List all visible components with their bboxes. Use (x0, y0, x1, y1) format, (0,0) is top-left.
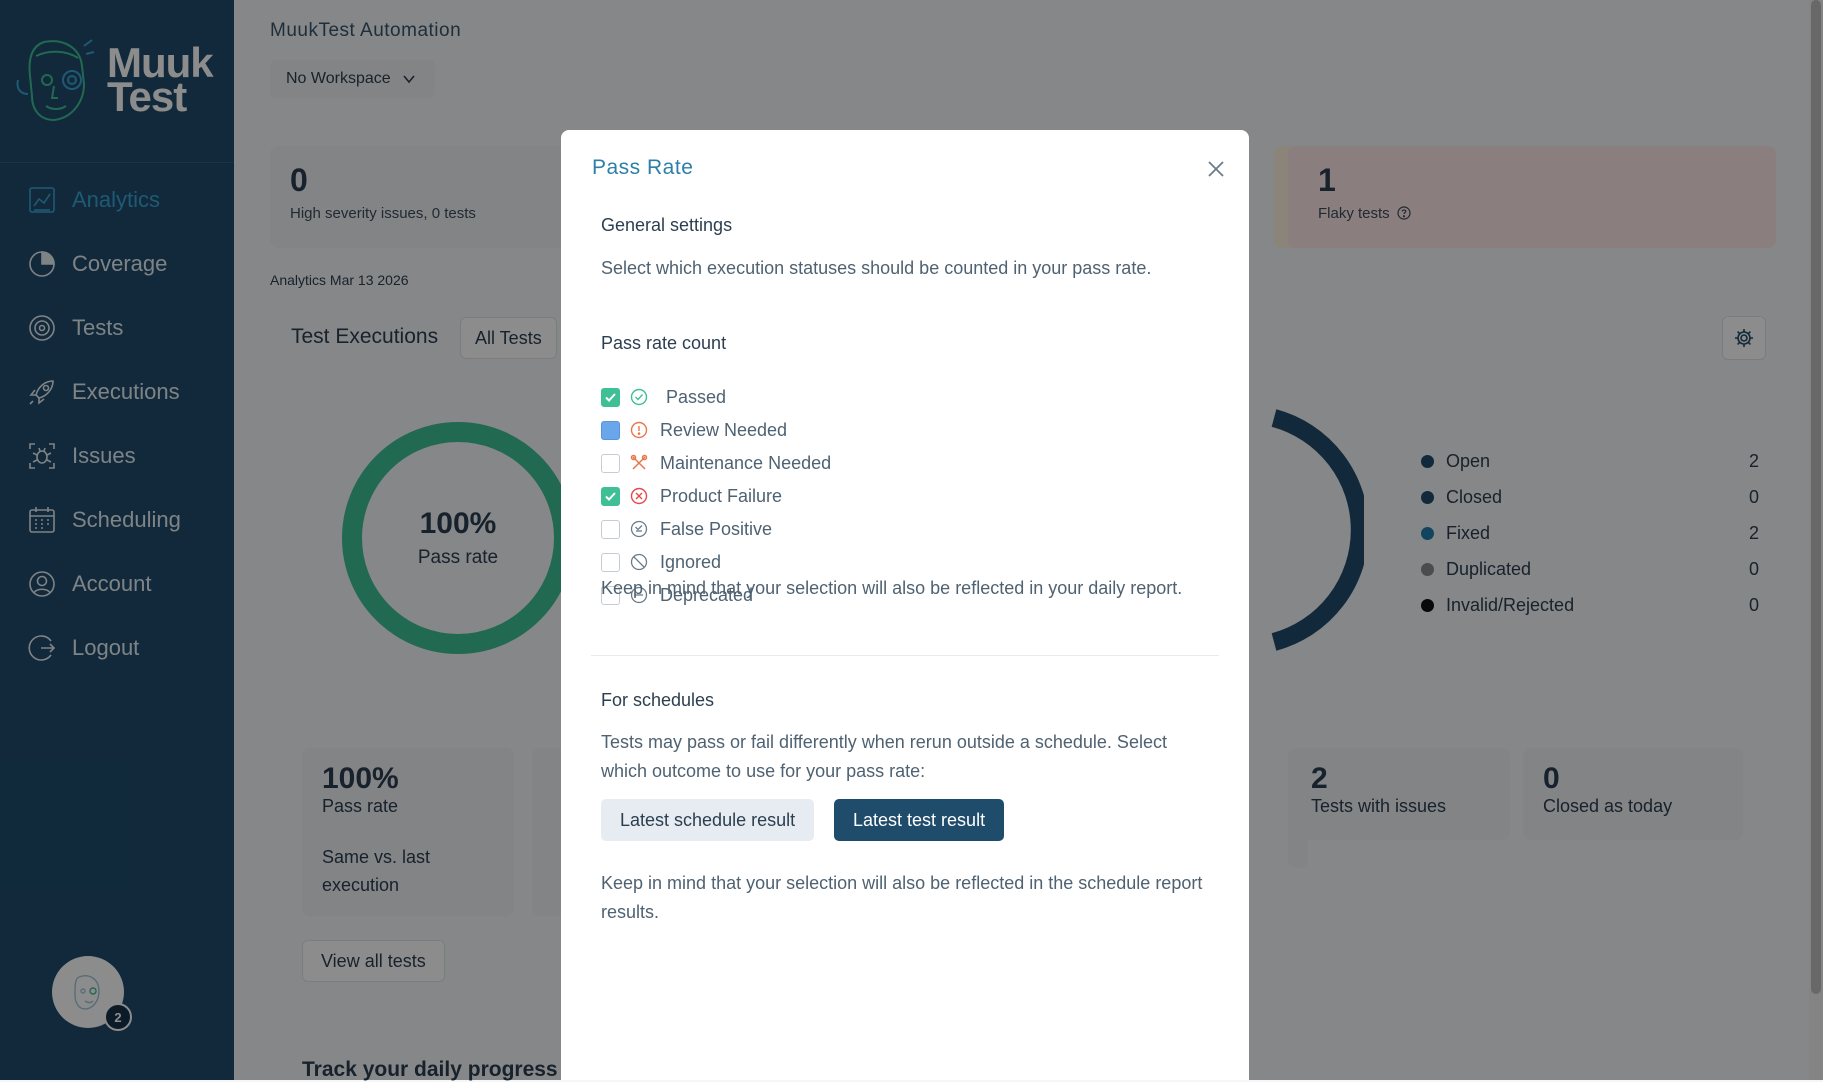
false-positive-icon (630, 520, 648, 538)
latest-test-result-button[interactable]: Latest test result (834, 799, 1005, 841)
ban-icon (630, 553, 648, 571)
general-settings-heading: General settings (601, 215, 733, 235)
for-schedules-heading: For schedules (601, 690, 715, 710)
passed-checkbox[interactable] (601, 387, 620, 407)
option-review-needed[interactable]: Review Needed (601, 416, 787, 444)
x-circle-icon (630, 487, 648, 505)
option-product-failure[interactable]: Product Failure (601, 482, 782, 510)
option-label: Product Failure (660, 485, 783, 506)
option-false-positive[interactable]: False Positive (601, 515, 772, 543)
option-ignored[interactable]: Ignored (601, 548, 721, 576)
option-maintenance-needed[interactable]: Maintenance Needed (601, 449, 831, 477)
option-label: Review Needed (660, 419, 788, 440)
check-circle-icon (630, 388, 648, 406)
product-failure-checkbox[interactable] (601, 486, 620, 506)
check-icon (605, 491, 616, 501)
for-schedules-desc: Tests may pass or fail differently when … (601, 732, 1167, 781)
maintenance-needed-checkbox[interactable] (601, 453, 620, 473)
close-icon (1208, 161, 1224, 177)
option-passed[interactable]: Passed (601, 383, 726, 411)
pass-rate-count-heading: Pass rate count (601, 333, 727, 353)
latest-schedule-result-button[interactable]: Latest schedule result (601, 799, 815, 841)
modal-title: Pass Rate (592, 156, 694, 179)
false-positive-checkbox[interactable] (601, 519, 620, 539)
alert-circle-icon (630, 421, 648, 439)
option-label: Ignored (660, 551, 722, 572)
schedule-report-note: Keep in mind that your selection will al… (601, 873, 1203, 922)
check-icon (605, 392, 616, 402)
option-label: Maintenance Needed (660, 452, 832, 473)
option-label: False Positive (660, 518, 773, 539)
option-label: Passed (666, 386, 727, 407)
daily-report-note: Keep in mind that your selection will al… (601, 578, 1183, 598)
close-button[interactable] (1201, 154, 1231, 184)
pass-rate-modal: Pass Rate General settings Select which … (561, 130, 1249, 1080)
general-settings-desc: Select which execution statuses should b… (601, 258, 1152, 278)
ignored-checkbox[interactable] (601, 552, 620, 572)
review-needed-checkbox[interactable] (601, 420, 620, 440)
divider (591, 655, 1219, 656)
tools-icon (630, 454, 648, 472)
